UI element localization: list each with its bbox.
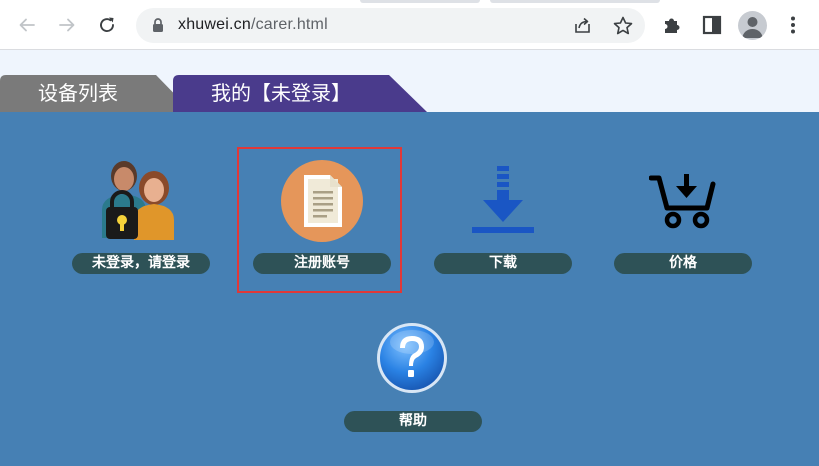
- selection-highlight: [237, 147, 402, 293]
- download-button[interactable]: 下载: [434, 253, 572, 274]
- star-icon[interactable]: [612, 15, 634, 37]
- tab-my-account-label: 我的【未登录】: [211, 81, 351, 105]
- menu-dots-icon[interactable]: [782, 14, 804, 36]
- url-path: /carer.html: [250, 16, 328, 33]
- tab-strip-edge: [360, 0, 480, 3]
- url-host: xhuwei.cn: [178, 16, 251, 33]
- share-icon[interactable]: [572, 15, 594, 37]
- tab-device-list[interactable]: 设备列表: [0, 75, 200, 112]
- tab-device-list-label: 设备列表: [38, 81, 118, 105]
- users-lock-icon[interactable]: [100, 158, 180, 242]
- download-icon[interactable]: [470, 164, 536, 236]
- forward-arrow-icon[interactable]: [53, 11, 81, 39]
- cart-icon[interactable]: [649, 172, 717, 230]
- login-button[interactable]: 未登录，请登录: [72, 253, 210, 274]
- address-bar[interactable]: xhuwei.cn/carer.html: [136, 8, 645, 43]
- help-button[interactable]: 帮助: [344, 411, 482, 432]
- extensions-icon[interactable]: [661, 14, 683, 36]
- back-arrow-icon[interactable]: [13, 11, 41, 39]
- side-panel-icon[interactable]: [701, 14, 723, 36]
- price-button[interactable]: 价格: [614, 253, 752, 274]
- url-text[interactable]: xhuwei.cn/carer.html: [178, 16, 328, 34]
- tab-strip-edge: [490, 0, 660, 3]
- lock-icon[interactable]: [150, 17, 166, 33]
- browser-toolbar: xhuwei.cn/carer.html: [0, 0, 819, 50]
- tab-my-account[interactable]: 我的【未登录】: [173, 75, 427, 112]
- reload-icon[interactable]: [93, 11, 121, 39]
- help-icon[interactable]: [376, 322, 448, 394]
- profile-icon[interactable]: [738, 11, 767, 40]
